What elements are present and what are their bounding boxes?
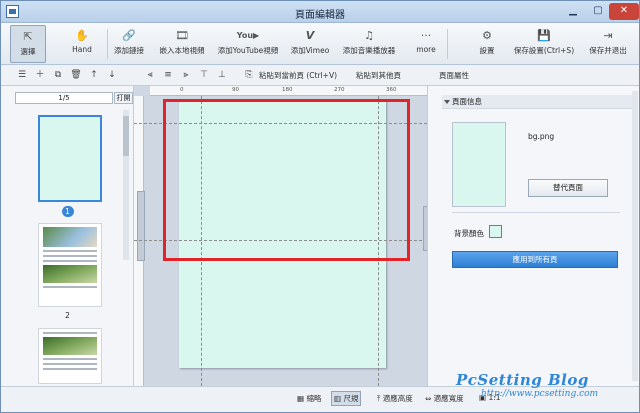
secondary-toolbar: ☰ ＋ ⧉ 🗑 ↑ ↓ ⫷ ≡ ⫸ ⊤ ⊥ ⎘ 粘貼到當前頁 (Ctrl+V) … [1,65,639,86]
background-filename: bg.png [528,132,555,141]
add-page-icon[interactable]: ＋ [33,68,47,82]
align-left-icon[interactable]: ⫷ [143,68,157,82]
title-bar: 頁面編輯器 ▁ ▢ ✕ [1,1,639,23]
replace-page-button[interactable]: 替代頁面 [528,179,608,197]
cursor-icon: ⇱ [23,30,33,43]
page-canvas[interactable]: 0 90 180 270 360 [134,86,427,386]
youtube-icon: You▶ [236,31,260,40]
add-link-label: 添加鏈接 [114,46,144,55]
gear-icon: ⚙ [482,29,492,42]
page-properties-panel: 頁面信息 bg.png 替代頁面 背景顏色 應用到所有頁 [427,86,639,386]
more-button[interactable]: ··· more [411,25,441,63]
align-right-icon[interactable]: ⫸ [179,68,193,82]
save-exit-label: 保存并退出 [589,46,627,55]
background-color-label: 背景顏色 [454,229,484,238]
add-youtube-button[interactable]: You▶ 添加YouTube視頻 [213,25,283,63]
fit-height-button[interactable]: ⤒ 適應高度 [377,393,413,404]
maximize-button[interactable]: ▢ [586,3,610,20]
ruler-view-toggle[interactable]: ▥ 尺規 [331,391,362,406]
align-center-icon[interactable]: ≡ [161,68,175,82]
add-vimeo-label: 添加Vimeo [290,46,330,55]
highlight-box [163,99,410,261]
ruler-tick: 90 [232,87,239,93]
align-top-icon[interactable]: ⊤ [197,68,211,82]
divider [452,212,620,213]
watermark-url: http://www.pcsetting.com [481,389,599,399]
align-bottom-icon[interactable]: ⊥ [215,68,229,82]
exit-icon: ⇥ [603,29,613,42]
toolbar-separator [447,29,448,59]
link-icon: 🔗 [122,29,136,42]
hand-tool-label: Hand [72,45,92,54]
page-thumb-label: 1 [1,206,134,217]
embed-video-label: 嵌入本地視頻 [159,46,205,55]
page-thumb-2[interactable] [38,223,102,307]
save-exit-button[interactable]: ⇥ 保存并退出 [581,25,635,63]
watermark-brand: PcSetting Blog [456,371,589,389]
thumbnail-label: 縮略 [306,394,322,403]
main-toolbar: ⇱ 選擇 ✋ Hand 🔗 添加鏈接 🎞 嵌入本地視頻 You▶ 添加YouTu… [1,23,639,65]
more-label: more [416,45,436,54]
page-thumbnail-panel: 1/5 打開 1 2 [1,86,134,386]
background-color-swatch[interactable] [489,225,502,238]
save-settings-button[interactable]: 💾 保存設置(Ctrl+S) [511,25,577,63]
move-down-icon[interactable]: ↓ [105,68,119,82]
page-info-section-header[interactable]: 頁面信息 [442,95,632,109]
vimeo-icon: V [305,29,315,42]
film-icon: 🎞 [175,29,189,42]
ruler-tick: 270 [334,87,345,93]
page-thumb-1[interactable] [38,115,102,202]
ruler-tick: 360 [386,87,397,93]
ruler-tick: 0 [180,87,184,93]
add-music-player-button[interactable]: ♫ 添加音樂播放器 [338,25,400,63]
panel-title: 頁面屬性 [439,71,469,80]
duplicate-page-icon[interactable]: ⧉ [51,68,65,82]
fit-height-label: 適應高度 [382,394,413,403]
minimize-button[interactable]: ▁ [561,3,585,20]
embed-video-button[interactable]: 🎞 嵌入本地視頻 [155,25,209,63]
save-settings-label: 保存設置(Ctrl+S) [513,46,575,55]
toolbar-separator [107,29,108,59]
properties-scrollbar[interactable] [632,91,638,381]
thumbnail-view-toggle[interactable]: ▦ 縮略 [297,393,321,404]
hand-icon: ✋ [75,29,89,42]
move-up-icon[interactable]: ↑ [87,68,101,82]
save-icon: 💾 [537,29,551,42]
page-thumb-label: 2 [65,311,70,320]
hand-tool-button[interactable]: ✋ Hand [63,25,101,63]
close-button[interactable]: ✕ [609,3,639,20]
page-indicator[interactable]: 1/5 [15,92,113,104]
thumb-scrollbar[interactable] [123,110,129,260]
background-preview [452,122,506,207]
list-icon[interactable]: ☰ [15,68,29,82]
paste-other-page-button[interactable]: 粘貼到其他頁 [356,70,401,81]
collapse-left-panel-handle[interactable] [137,191,145,261]
ruler-tick: 180 [282,87,293,93]
more-icon: ··· [420,29,432,42]
ruler-label: 尺規 [343,394,359,403]
settings-label: 設置 [479,46,495,55]
page-editor-window: 頁面編輯器 ▁ ▢ ✕ ⇱ 選擇 ✋ Hand 🔗 添加鏈接 🎞 嵌入本地視頻 … [0,0,640,413]
apply-to-all-pages-button[interactable]: 應用到所有頁 [452,251,618,268]
select-tool-label: 選擇 [20,47,36,56]
page-thumb-3[interactable] [38,328,102,384]
fit-width-button[interactable]: ⇔ 適應寬度 [425,393,464,404]
add-music-player-label: 添加音樂播放器 [342,46,396,55]
window-title: 頁面編輯器 [295,10,345,21]
paste-current-page-button[interactable]: 粘貼到當前頁 (Ctrl+V) [259,70,337,81]
add-youtube-label: 添加YouTube視頻 [217,46,279,55]
delete-page-icon[interactable]: 🗑 [69,68,83,82]
horizontal-ruler: 0 90 180 270 360 [150,86,427,96]
settings-button[interactable]: ⚙ 設置 [469,25,505,63]
open-button[interactable]: 打開 [114,92,133,104]
select-tool-button[interactable]: ⇱ 選擇 [10,25,46,63]
music-icon: ♫ [364,29,374,42]
add-vimeo-button[interactable]: V 添加Vimeo [288,25,332,63]
add-link-button[interactable]: 🔗 添加鏈接 [109,25,149,63]
copy-icon[interactable]: ⎘ [242,68,256,82]
fit-width-label: 適應寬度 [433,394,464,403]
